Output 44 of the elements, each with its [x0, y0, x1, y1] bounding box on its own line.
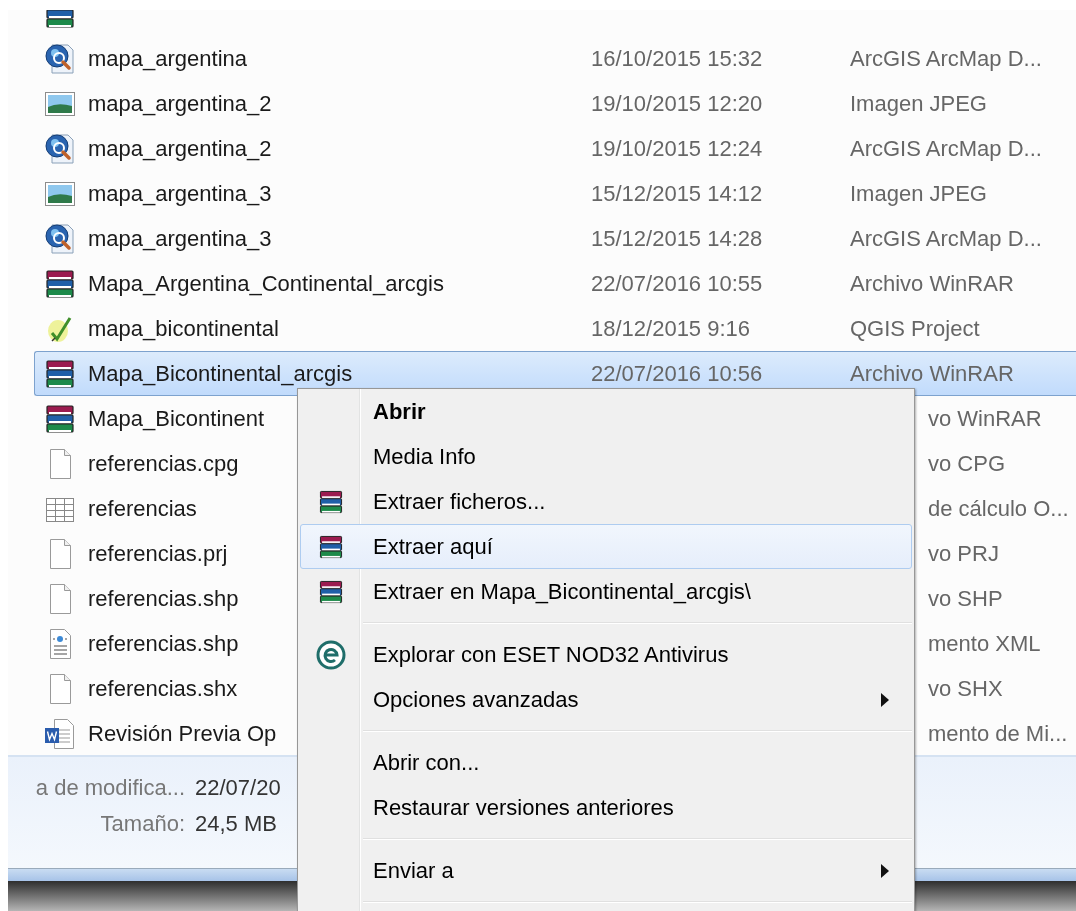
date-modified: 22/07/2016 10:56	[591, 360, 764, 387]
file-type: Archivo WinRAR	[850, 360, 1014, 387]
date-modified: 15/12/2015 14:28	[591, 225, 764, 252]
file-type: QGIS Project	[850, 315, 980, 342]
file-type: vo CPG	[928, 450, 1007, 477]
date-modified: 18/12/2015 9:16	[591, 315, 752, 342]
file-name: mapa_bicontinental	[87, 315, 280, 342]
file-type: mento de Mi...	[928, 720, 1069, 747]
file-name: mapa_argentina	[87, 45, 248, 72]
file-type: ArcGIS ArcMap D...	[850, 135, 1042, 162]
file-type: vo SHP	[928, 585, 1004, 612]
file-type: mento XML	[928, 630, 1042, 657]
file-type: Archivo WinRAR	[850, 270, 1014, 297]
date-modified: 19/10/2015 12:24	[591, 135, 764, 162]
file-name: referencias.shp	[87, 585, 239, 612]
file-name: referencias.shx	[87, 675, 238, 702]
file-name: mapa_argentina_2	[87, 135, 273, 162]
file-name: referencias.prj	[87, 540, 228, 567]
file-type: de cálculo O...	[928, 495, 1070, 522]
file-type: vo WinRAR	[928, 405, 1043, 432]
file-type: Imagen JPEG	[850, 90, 987, 117]
file-name: mapa_argentina_3	[87, 180, 273, 207]
file-name: mapa_argentina_3	[87, 225, 273, 252]
file-name: referencias.cpg	[87, 450, 239, 477]
detail-label: a de modifica...	[34, 775, 185, 801]
detail-value: 22/07/20	[195, 775, 281, 801]
detail-value: 24,5 MB	[195, 811, 277, 837]
file-name: Mapa_Bicontinental_arcgis	[87, 360, 354, 387]
file-name: Mapa_Argentina_Continental_arcgis	[87, 270, 445, 297]
detail-label: Tamaño:	[99, 811, 185, 837]
date-modified: 16/10/2015 15:32	[591, 45, 764, 72]
file-type: ArcGIS ArcMap D...	[850, 45, 1042, 72]
file-name: Mapa_Bicontinent	[87, 405, 265, 432]
file-name: referencias.shp	[87, 630, 239, 657]
file-type: vo SHX	[928, 675, 1004, 702]
date-modified: 15/12/2015 14:12	[591, 180, 764, 207]
file-name: Revisión Previa Op	[87, 720, 277, 747]
file-type: Imagen JPEG	[850, 180, 987, 207]
file-name: mapa_argentina_2	[87, 90, 273, 117]
file-name: referencias	[87, 495, 197, 522]
file-type: vo PRJ	[928, 540, 1000, 567]
date-modified: 22/07/2016 10:55	[591, 270, 764, 297]
date-modified: 19/10/2015 12:20	[591, 90, 764, 117]
file-type: ArcGIS ArcMap D...	[850, 225, 1042, 252]
